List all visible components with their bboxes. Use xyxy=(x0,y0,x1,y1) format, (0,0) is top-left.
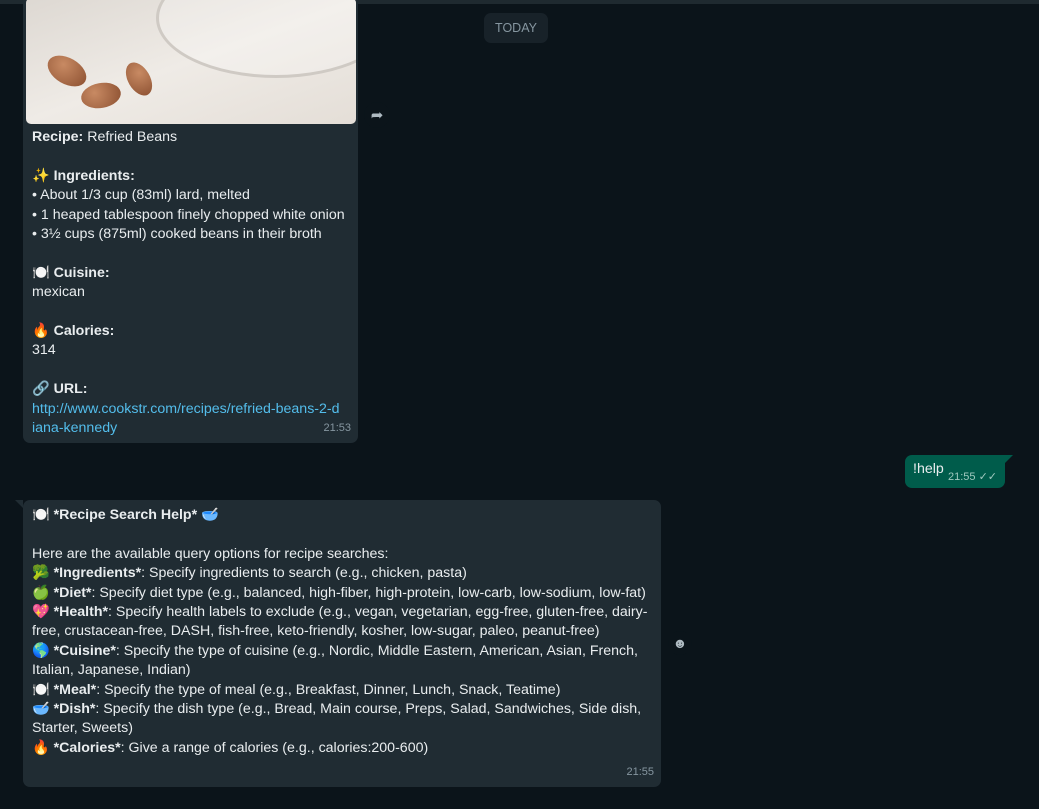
message-text: !help xyxy=(913,461,944,477)
help-option: 🔥 *Calories*: Give a range of calories (… xyxy=(32,739,429,756)
outgoing-message[interactable]: !help 21:55 ✓✓ xyxy=(905,455,1013,488)
help-option: 🥦 *Ingredients*: Specify ingredients to … xyxy=(32,565,467,582)
help-option: 🥣 *Dish*: Specify the dish type (e.g., B… xyxy=(32,701,642,737)
message-time: 21:53 xyxy=(323,421,351,434)
cuisine-value: mexican xyxy=(32,284,85,301)
help-message[interactable]: 🍽️ *Recipe Search Help* 🥣 Here are the a… xyxy=(15,500,661,787)
ingredient-item: • 3½ cups (875ml) cooked beans in their … xyxy=(32,226,322,243)
help-option: 💖 *Health*: Specify health labels to exc… xyxy=(32,604,648,640)
ingredient-item: • About 1/3 cup (83ml) lard, melted xyxy=(32,187,250,204)
forward-icon: ➦ xyxy=(370,107,384,124)
ingredients-label: ✨ Ingredients: xyxy=(32,167,135,184)
cuisine-label: 🍽️ Cuisine: xyxy=(32,264,110,281)
recipe-label: Recipe: xyxy=(32,129,84,145)
date-chip: TODAY xyxy=(484,13,548,43)
recipe-link[interactable]: http://www.cookstr.com/recipes/refried-b… xyxy=(32,400,342,439)
help-title: 🍽️ *Recipe Search Help* 🥣 xyxy=(32,507,219,523)
help-intro: Here are the available query options for… xyxy=(32,545,389,562)
ingredient-item: • 1 heaped tablespoon finely chopped whi… xyxy=(32,206,345,223)
emoji-icon: ☻ xyxy=(672,635,688,651)
double-check-icon: ✓✓ xyxy=(978,471,997,483)
message-time: 21:55 xyxy=(626,765,654,778)
recipe-image[interactable] xyxy=(26,0,356,124)
help-option: 🍽️ *Meal*: Specify the type of meal (e.g… xyxy=(32,681,561,698)
url-label: 🔗 URL: xyxy=(32,381,88,398)
recipe-message[interactable]: Recipe: Refried Beans ✨ Ingredients: • A… xyxy=(23,0,358,443)
calories-value: 314 xyxy=(32,342,56,359)
message-time: 21:55 xyxy=(947,471,976,483)
react-button[interactable]: ☻ xyxy=(668,631,692,655)
help-option: 🍏 *Diet*: Specify diet type (e.g., balan… xyxy=(32,584,646,601)
help-option: 🌎 *Cuisine*: Specify the type of cuisine… xyxy=(32,642,638,679)
forward-button[interactable]: ➦ xyxy=(364,102,390,128)
recipe-name: Refried Beans xyxy=(83,129,178,145)
calories-label: 🔥 Calories: xyxy=(32,323,115,340)
